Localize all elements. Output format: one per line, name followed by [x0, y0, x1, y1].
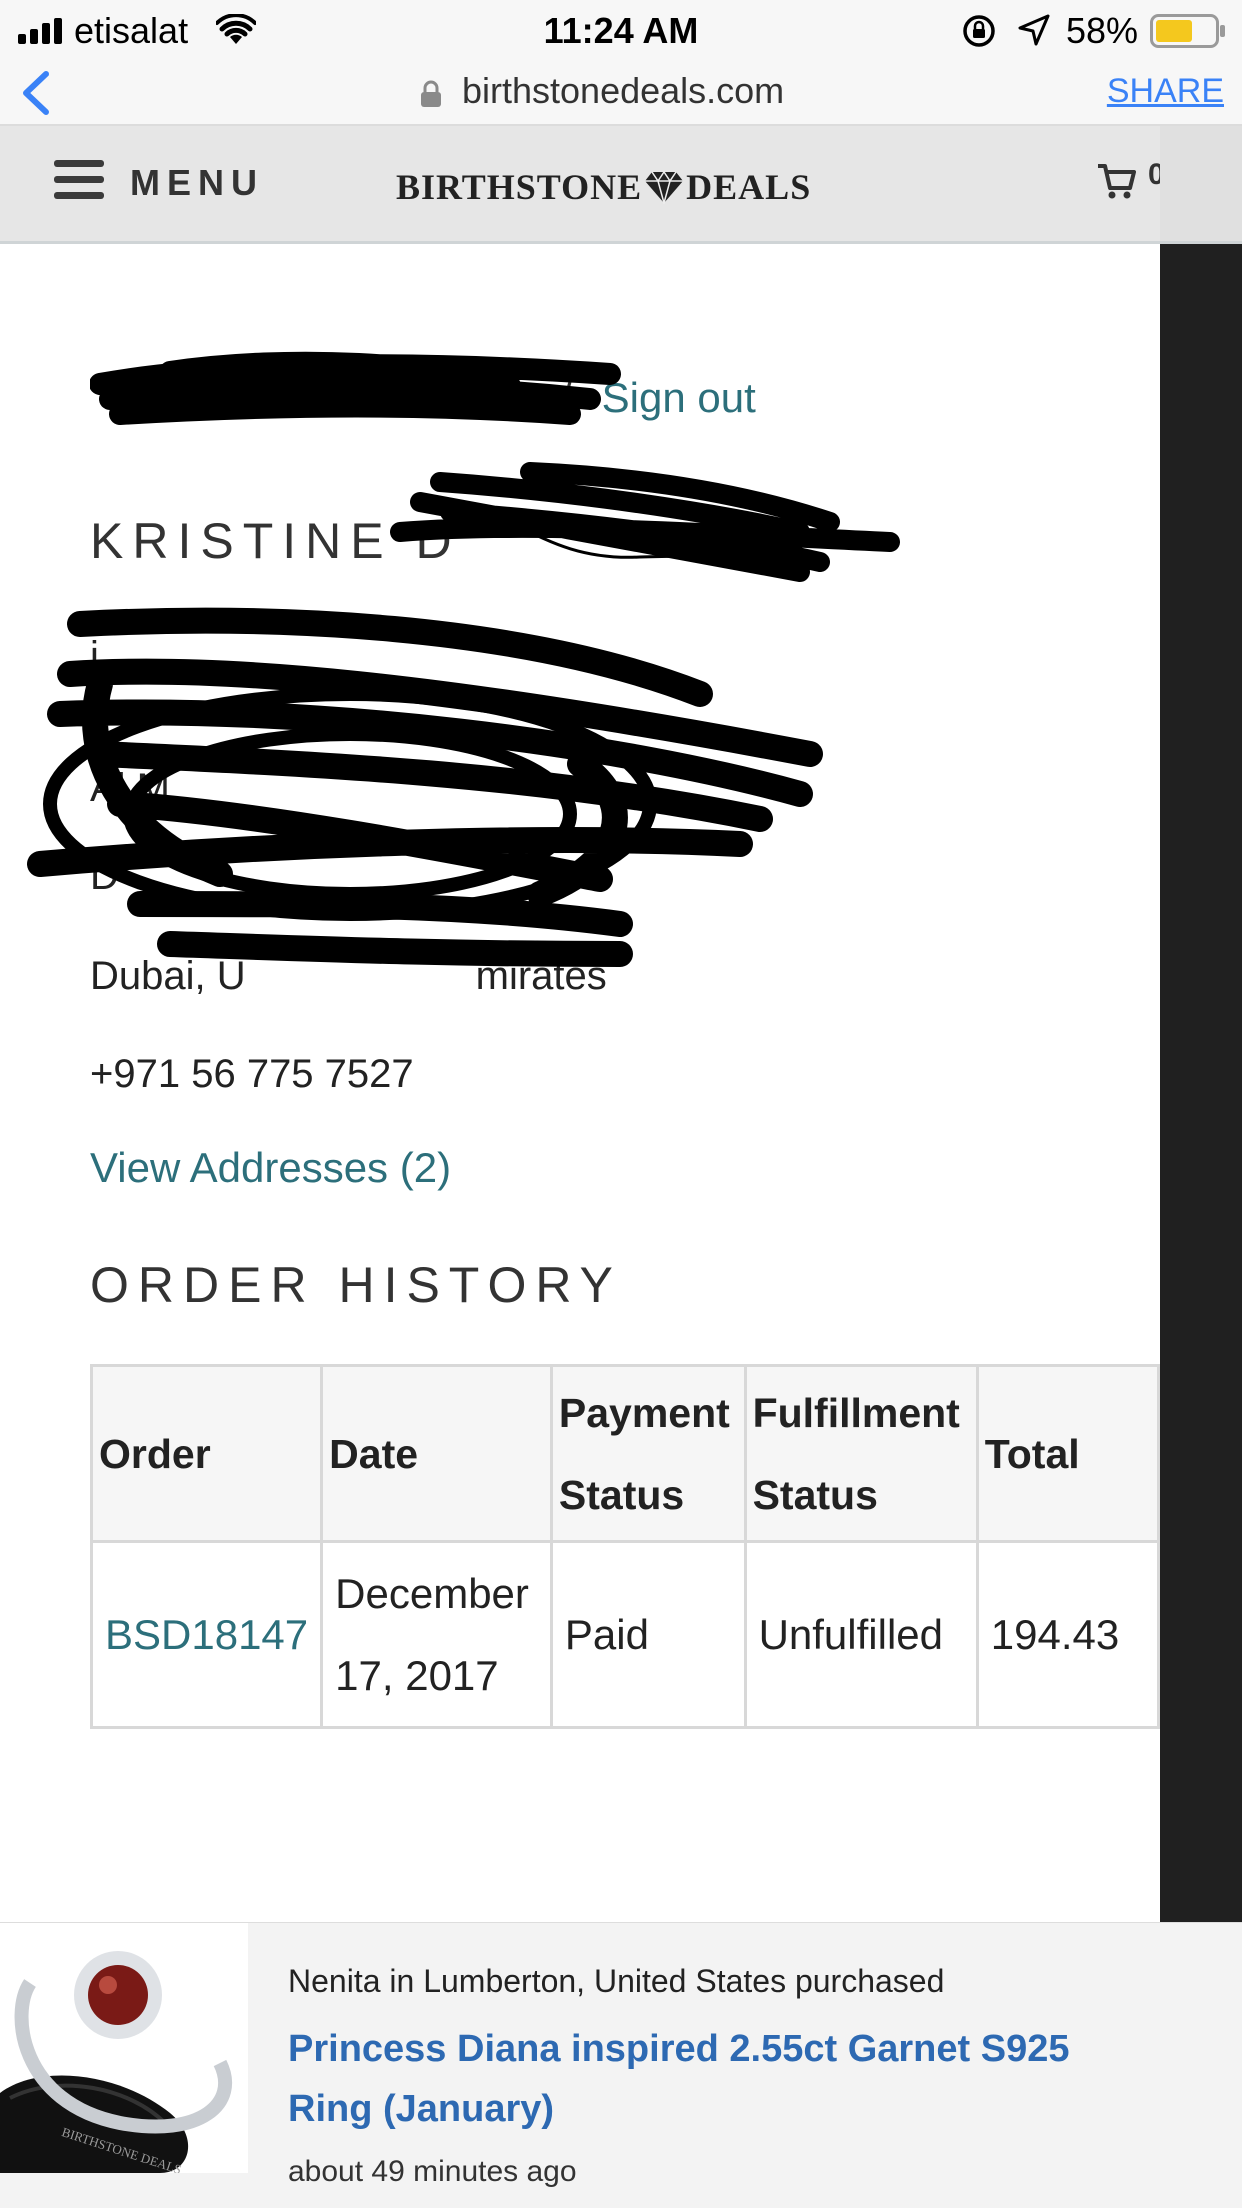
order-total: 194.43 [975, 1540, 1161, 1729]
payment-status: Paid [549, 1540, 747, 1729]
garnet-ring-image: BIRTHSTONE DEALS [0, 1923, 248, 2173]
column-header-payment-status: Payment Status [549, 1364, 747, 1543]
customer-phone: +971 56 775 7527 [90, 1052, 414, 1096]
redaction-scribble [27, 607, 823, 967]
share-link[interactable]: SHARE [1107, 72, 1224, 111]
menu-button[interactable]: MENU [130, 162, 264, 204]
location-arrow-icon [1018, 14, 1050, 46]
column-header-order: Order [89, 1364, 324, 1543]
recent-purchase-notification[interactable]: BIRTHSTONE DEALS Nenita in Lumberton, Un… [0, 1922, 1242, 2208]
cart-icon[interactable] [1096, 162, 1136, 200]
fulfillment-status: Unfulfilled [743, 1540, 979, 1729]
product-thumbnail[interactable]: BIRTHSTONE DEALS [0, 1923, 248, 2173]
order-date: December 17, 2017 [320, 1540, 553, 1729]
status-time: 11:24 AM [543, 10, 699, 51]
site-logo[interactable]: BIRTHSTONE DEALS [396, 166, 811, 208]
diamond-icon [645, 170, 684, 204]
purchase-time: about 49 minutes ago [288, 2155, 577, 2188]
dark-side-panel [1160, 244, 1242, 1924]
page-domain[interactable]: birthstonedeals.com [462, 70, 784, 112]
lock-icon [421, 80, 441, 107]
purchase-location: Nenita in Lumberton, United States purch… [288, 1963, 945, 1999]
product-link[interactable]: Princess Diana inspired 2.55ct Garnet S9… [288, 2019, 1148, 2139]
redaction-scribble [90, 351, 621, 425]
column-header-fulfillment-status: Fulfillment Status [743, 1364, 979, 1543]
site-header: MENU BIRTHSTONE DEALS 0 [0, 126, 1242, 244]
status-bar: etisalat 11:24 AM 58% [0, 0, 1242, 60]
view-addresses-link[interactable]: View Addresses (2) [90, 1144, 451, 1192]
browser-address-bar: birthstonedeals.com SHARE [0, 60, 1242, 126]
table-header-row: Order Date Payment Status Fulfillment St… [89, 1364, 1161, 1543]
logo-text-left: BIRTHSTONE [396, 167, 643, 207]
account-page: / Sign out KRISTINE D i Al M D Dubai, Umi… [0, 244, 1161, 1904]
battery-percent: 58% [1066, 10, 1139, 51]
back-chevron-icon[interactable] [16, 68, 56, 118]
orientation-lock-icon [963, 15, 995, 47]
order-number-link[interactable]: BSD18147 [89, 1540, 324, 1729]
header-edge [1160, 126, 1242, 244]
order-history-title: ORDER HISTORY [90, 1257, 622, 1313]
table-row: BSD18147 December 17, 2017 Paid Unfulfil… [89, 1540, 1161, 1729]
column-header-total: Total [975, 1364, 1161, 1543]
redaction-scribble [390, 462, 900, 582]
logo-text-right: DEALS [686, 167, 812, 207]
hamburger-menu-icon[interactable] [54, 160, 104, 200]
battery-icon [1150, 14, 1225, 48]
order-history-table: Order Date Payment Status Fulfillment St… [89, 1364, 1161, 1729]
column-header-date: Date [320, 1364, 553, 1543]
